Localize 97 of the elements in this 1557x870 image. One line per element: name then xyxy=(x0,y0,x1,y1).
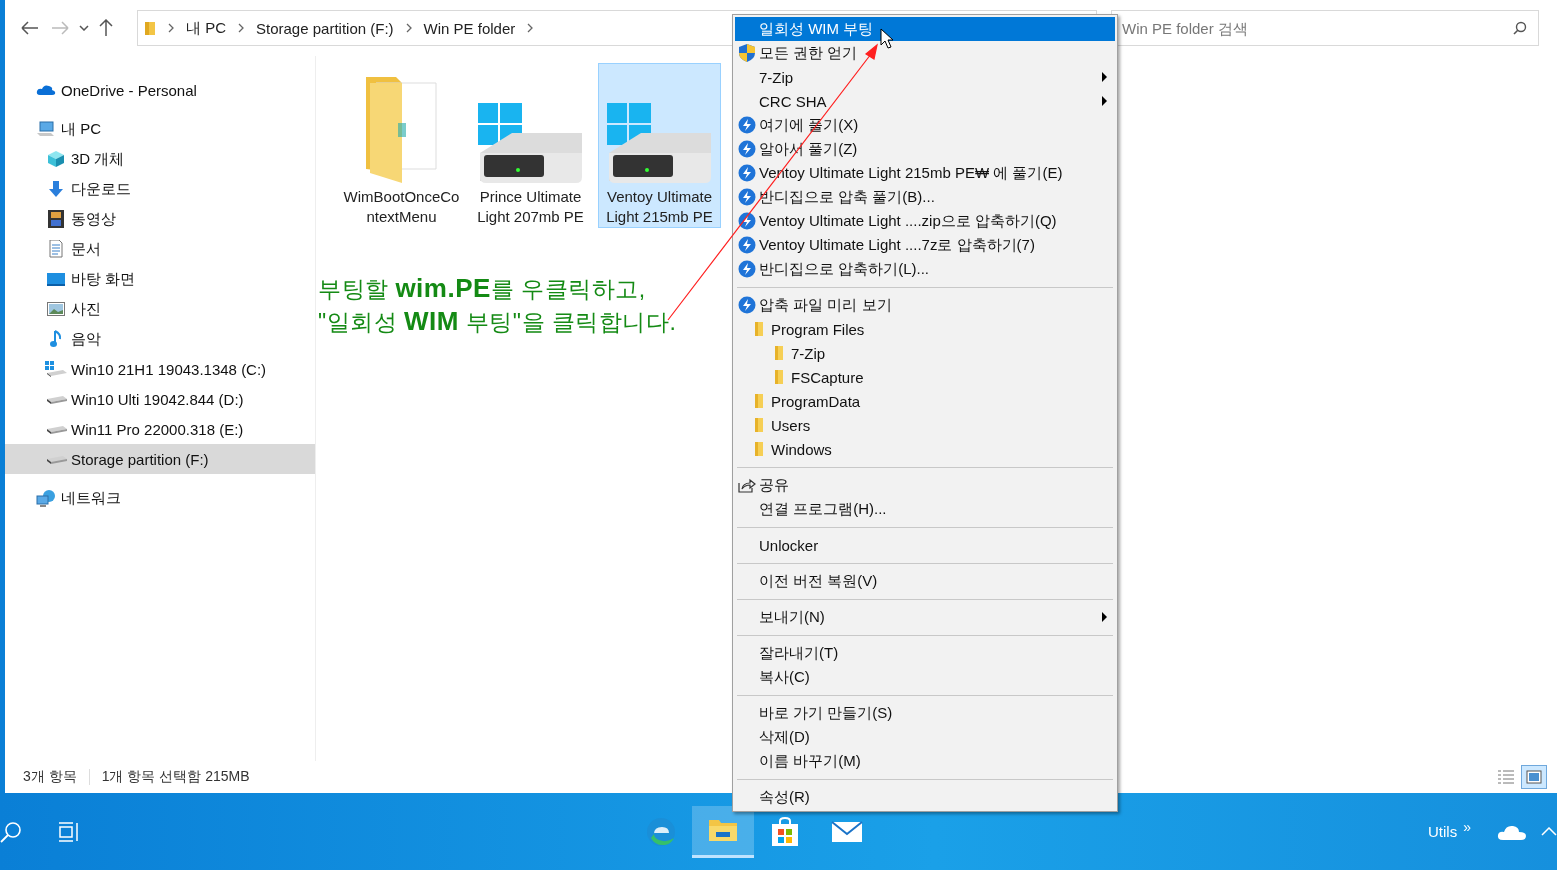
breadcrumb[interactable]: Win PE folder xyxy=(423,19,516,37)
sidebar-item[interactable]: 동영상 xyxy=(5,204,315,234)
drive-icon xyxy=(45,424,67,434)
chevron-up-icon[interactable] xyxy=(1541,827,1557,836)
sidebar-item[interactable]: Win11 Pro 22000.318 (E:) xyxy=(5,414,315,444)
menu-item[interactable]: 연결 프로그램(H)... xyxy=(735,497,1115,521)
folder-icon xyxy=(144,20,156,36)
lightning-badge-icon xyxy=(738,236,756,254)
folder-icon xyxy=(754,417,764,433)
menu-item[interactable]: Ventoy Ultimate Light ....7z로 압축하기(7) xyxy=(735,233,1115,257)
file-item[interactable]: Prince Ultimate Light 207mb PE xyxy=(469,63,592,228)
menu-item[interactable]: 잘라내기(T) xyxy=(735,641,1115,665)
menu-item[interactable]: 반디집으로 압축하기(L)... xyxy=(735,257,1115,281)
selection-info: 1개 항목 선택함 215MB xyxy=(101,768,250,786)
taskbar-button[interactable] xyxy=(692,805,754,858)
lightning-badge-icon xyxy=(738,260,756,278)
drive-icon xyxy=(45,454,67,464)
menu-item[interactable]: 반디집으로 압축 풀기(B)... xyxy=(735,185,1115,209)
menu-item[interactable]: CRC SHA xyxy=(735,89,1115,113)
menu-item[interactable]: 바로 가기 만들기(S) xyxy=(735,701,1115,725)
drive-icon xyxy=(45,394,67,404)
lightning-badge-icon xyxy=(738,164,756,182)
cloud-icon xyxy=(35,82,57,98)
menu-item[interactable]: 7-Zip xyxy=(735,341,1115,365)
annotation-text: "일회성 WIM 부팅"을 클릭합니다. xyxy=(318,305,677,338)
shopping-bag-icon xyxy=(769,815,801,848)
search-icon[interactable] xyxy=(0,820,22,843)
menu-item[interactable]: 속성(R) xyxy=(735,785,1115,809)
sidebar-item[interactable]: 음악 xyxy=(5,324,315,354)
drive-icon xyxy=(45,361,67,377)
browser-icon xyxy=(645,815,677,848)
sidebar-item[interactable]: 문서 xyxy=(5,234,315,264)
sidebar-item[interactable]: Win10 Ulti 19042.844 (D:) xyxy=(5,384,315,414)
lightning-badge-icon xyxy=(738,296,756,314)
windows-drive-icon xyxy=(477,103,584,185)
chevron-down-icon[interactable] xyxy=(79,25,89,31)
menu-item[interactable]: 7-Zip xyxy=(735,65,1115,89)
film-icon xyxy=(45,210,67,228)
menu-item[interactable]: Unlocker xyxy=(735,533,1115,557)
chevron-right-icon[interactable] xyxy=(527,23,534,33)
file-item[interactable]: WimBootOnceContextMenu xyxy=(340,63,463,228)
folder-icon xyxy=(754,441,764,457)
folder-icon xyxy=(754,393,764,409)
network-icon xyxy=(35,489,57,507)
menu-item[interactable]: 보내기(N) xyxy=(735,605,1115,629)
menu-item[interactable]: Program Files xyxy=(735,317,1115,341)
submenu-arrow-icon xyxy=(1102,96,1107,106)
windows-drive-icon xyxy=(606,103,713,185)
sidebar-item[interactable]: OneDrive - Personal xyxy=(5,75,315,105)
cube-icon xyxy=(45,150,67,168)
submenu-arrow-icon xyxy=(1102,612,1107,622)
shield-icon xyxy=(738,43,756,63)
large-icons-view-icon[interactable] xyxy=(1521,765,1547,789)
sidebar-item[interactable]: 사진 xyxy=(5,294,315,324)
sidebar-item[interactable]: 3D 개체 xyxy=(5,144,315,174)
breadcrumb[interactable]: 내 PC xyxy=(186,18,226,38)
sidebar-item[interactable]: Win10 21H1 19043.1348 (C:) xyxy=(5,354,315,384)
sidebar-item[interactable]: 다운로드 xyxy=(5,174,315,204)
menu-item[interactable]: FSCapture xyxy=(735,365,1115,389)
share-icon xyxy=(738,477,756,493)
menu-item[interactable]: Windows xyxy=(735,437,1115,461)
menu-item[interactable]: 이름 바꾸기(M) xyxy=(735,749,1115,773)
chevron-right-icon[interactable] xyxy=(238,23,244,33)
folder-icon xyxy=(774,345,784,361)
annotation-text: 부팅할 wim.PE를 우클릭하고, xyxy=(318,272,646,305)
sidebar-item[interactable]: 바탕 화면 xyxy=(5,264,315,294)
folder-icon xyxy=(754,321,764,337)
up-arrow-icon[interactable] xyxy=(99,19,113,37)
menu-item[interactable]: 압축 파일 미리 보기 xyxy=(735,293,1115,317)
menu-item[interactable]: 일회성 WIM 부팅 xyxy=(735,17,1115,41)
menu-item[interactable]: 복사(C) xyxy=(735,665,1115,689)
sidebar-item[interactable]: 네트워크 xyxy=(5,483,315,513)
menu-item[interactable]: 삭제(D) xyxy=(735,725,1115,749)
menu-item[interactable]: 공유 xyxy=(735,473,1115,497)
breadcrumb[interactable]: Storage partition (F:) xyxy=(256,19,394,37)
item-count: 3개 항목 xyxy=(23,768,77,786)
menu-item[interactable]: ProgramData xyxy=(735,389,1115,413)
task-view-icon[interactable] xyxy=(58,821,80,842)
lightning-badge-icon xyxy=(738,188,756,206)
back-arrow-icon[interactable] xyxy=(21,21,39,35)
search-field[interactable]: Win PE folder 검색 xyxy=(1111,10,1539,46)
chevron-right-icon[interactable] xyxy=(405,23,412,33)
lightning-badge-icon xyxy=(738,140,756,158)
search-icon[interactable] xyxy=(1513,21,1527,35)
menu-item[interactable]: Users xyxy=(735,413,1115,437)
picture-icon xyxy=(45,302,67,316)
submenu-arrow-icon xyxy=(1102,72,1107,82)
menu-item[interactable]: 이전 버전 복원(V) xyxy=(735,569,1115,593)
lightning-badge-icon xyxy=(738,116,756,134)
mouse-pointer-icon xyxy=(880,28,894,49)
chevron-right-icon[interactable] xyxy=(168,23,174,33)
sidebar-item[interactable]: 내 PC xyxy=(5,114,315,144)
file-item[interactable]: Ventoy Ultimate Light 215mb PE xyxy=(598,63,721,228)
sidebar-item[interactable]: Storage partition (F:) xyxy=(5,444,315,474)
folder-icon xyxy=(774,369,784,385)
desktop-icon xyxy=(45,272,67,286)
computer-icon xyxy=(35,121,57,137)
